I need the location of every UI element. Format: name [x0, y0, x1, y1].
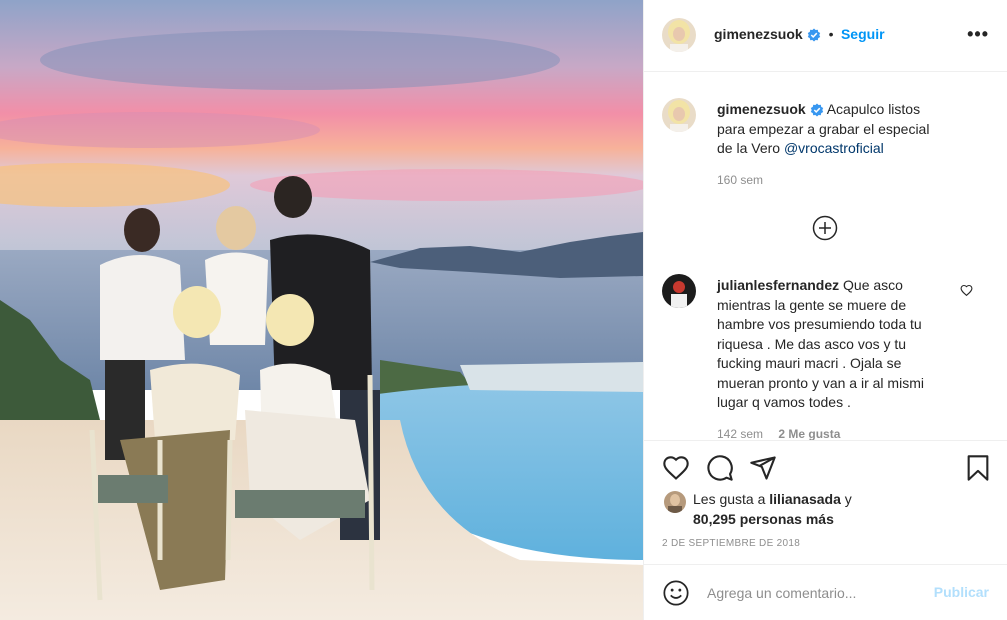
caption-text-block: gimenezsuok Acapulco listos para empezar…: [717, 100, 942, 190]
post-actions: Les gusta a lilianasada y 80,295 persona…: [644, 440, 1007, 564]
comments-section[interactable]: gimenezsuok Acapulco listos para empezar…: [644, 72, 1007, 440]
comment-username[interactable]: julianlesfernandez: [717, 277, 839, 293]
liker-avatar[interactable]: [664, 491, 686, 513]
bookmark-icon[interactable]: [964, 454, 992, 482]
likes-count[interactable]: 80,295 personas más: [693, 511, 834, 527]
comment-heart-icon[interactable]: [960, 284, 973, 297]
follow-button[interactable]: Seguir: [841, 26, 885, 42]
post-photo[interactable]: [0, 0, 643, 620]
comment-text: Que asco mientras la gente se muere de h…: [717, 277, 924, 410]
avatar-image: [664, 491, 686, 513]
comment-likes[interactable]: 2 Me gusta: [778, 427, 840, 441]
comment-item: julianlesfernandez Que asco mientras la …: [662, 274, 982, 440]
post-image: [0, 0, 643, 620]
likes-user[interactable]: lilianasada: [769, 491, 841, 507]
comment-time[interactable]: 142 sem: [717, 427, 763, 441]
publish-button[interactable]: Publicar: [934, 584, 989, 600]
post-header: gimenezsuok • Seguir •••: [644, 0, 1007, 72]
verified-icon: [807, 28, 821, 42]
avatar[interactable]: [662, 18, 696, 52]
likes-conjunction: y: [844, 491, 852, 507]
share-icon[interactable]: [749, 454, 777, 482]
comment-text-block: julianlesfernandez Que asco mientras la …: [717, 276, 942, 440]
avatar-image: [662, 18, 696, 52]
caption-time[interactable]: 160 sem: [717, 171, 942, 191]
avatar-image: [662, 274, 696, 308]
heart-icon[interactable]: [662, 454, 690, 482]
emoji-icon[interactable]: [662, 579, 690, 607]
avatar-image: [662, 98, 696, 132]
comment-icon[interactable]: [706, 454, 734, 482]
comment-avatar[interactable]: [662, 274, 696, 308]
caption: gimenezsuok Acapulco listos para empezar…: [662, 98, 982, 198]
likes-summary: Les gusta a lilianasada y 80,295 persona…: [693, 489, 852, 529]
caption-mention[interactable]: @vrocastroficial: [784, 140, 884, 156]
plus-circle-icon[interactable]: [812, 215, 838, 241]
comment-meta: 142 sem 2 Me gusta: [717, 425, 942, 441]
post-date[interactable]: 2 DE SEPTIEMBRE DE 2018: [662, 538, 800, 549]
verified-icon: [810, 103, 823, 117]
caption-username[interactable]: gimenezsuok: [717, 101, 806, 117]
caption-avatar[interactable]: [662, 98, 696, 132]
more-icon[interactable]: •••: [967, 24, 989, 45]
add-comment-bar: Publicar: [644, 564, 1007, 620]
post-side-panel: gimenezsuok • Seguir ••• gimenezsuok Aca…: [643, 0, 1007, 620]
post-username[interactable]: gimenezsuok: [714, 26, 803, 42]
comment-input[interactable]: [705, 582, 929, 604]
separator-dot: •: [828, 26, 834, 42]
likes-prefix: Les gusta a: [693, 491, 766, 507]
